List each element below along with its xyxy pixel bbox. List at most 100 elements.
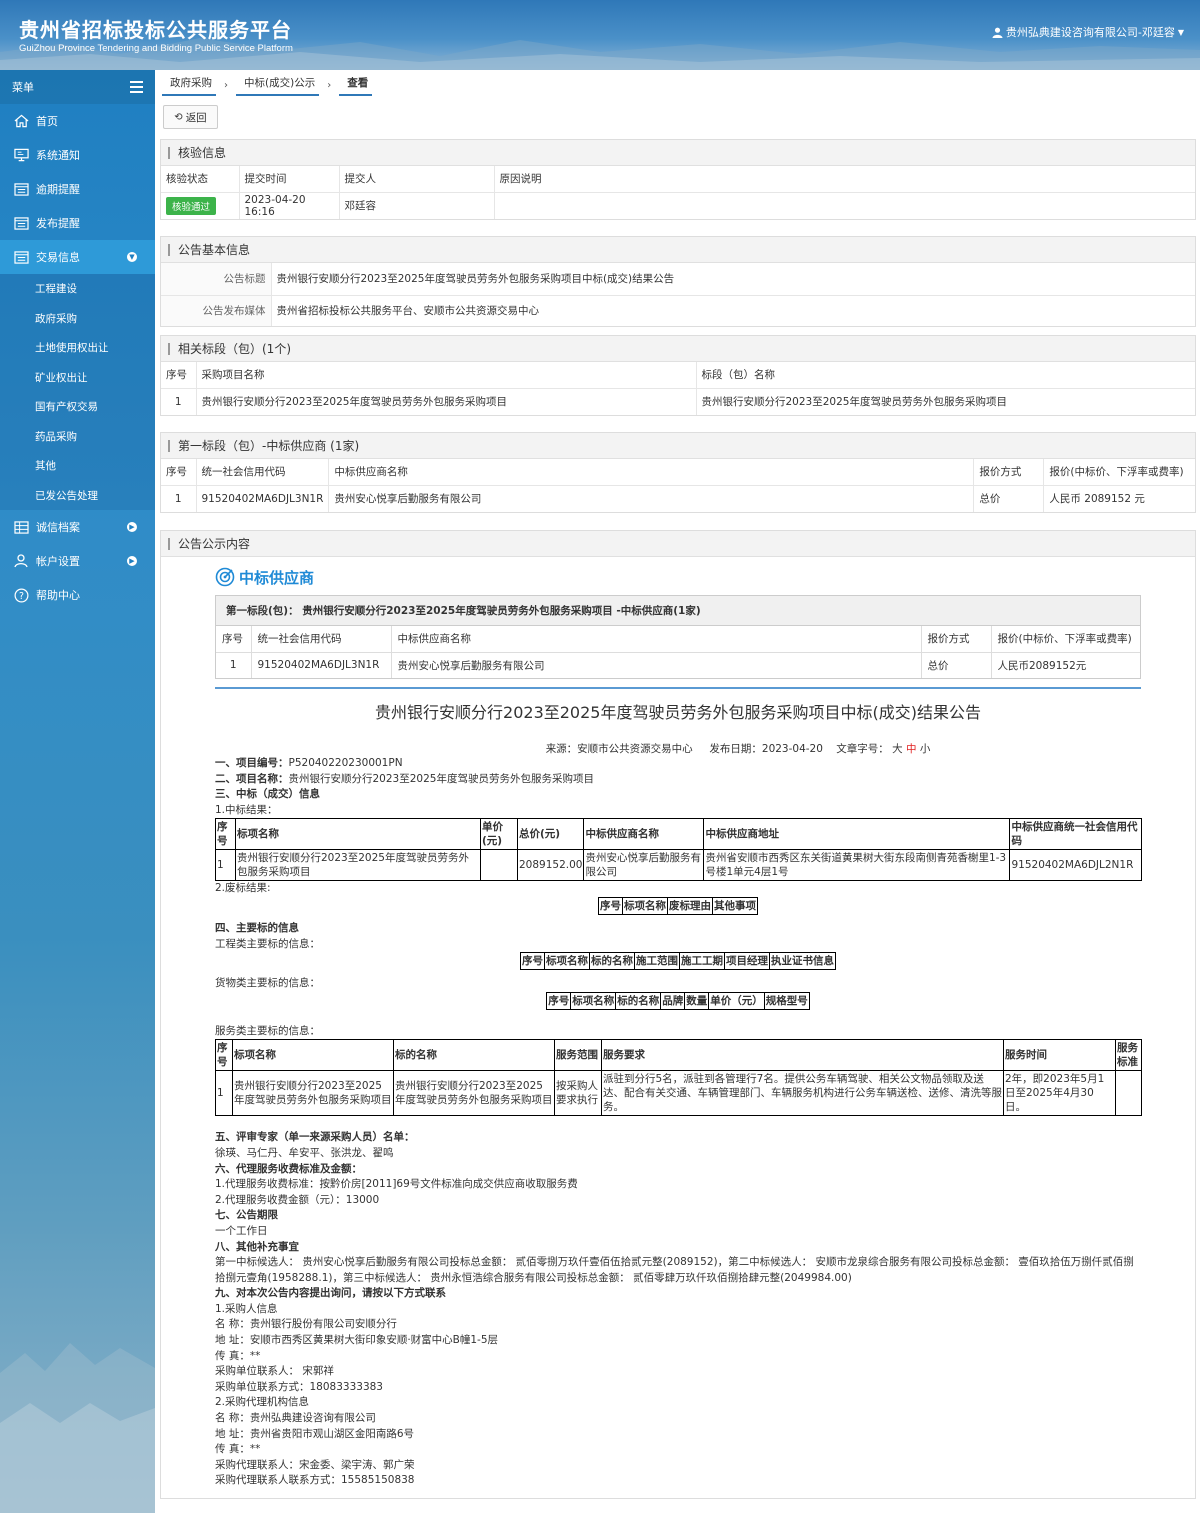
winner-table: 序号 统一社会信用代码 中标供应商名称 报价方式 报价(中标价、下浮率或费率) … <box>161 459 1195 512</box>
breadcrumb: 政府采购 › 中标(成交)公示 › 查看 <box>162 74 373 96</box>
mountain-decoration <box>0 1343 155 1513</box>
back-icon: ⟲ <box>174 111 183 123</box>
service-table: 序号 标项名称 标的名称 服务范围 服务要求 服务时间 服务标准 1 贵州银行安… <box>215 1039 1142 1117</box>
divider <box>215 687 1141 689</box>
field-value: 贵州银行安顺分行2023至2025年度驾驶员劳务外包服务采购项目中标(成交)结果… <box>271 263 1195 296</box>
result-table: 序号 标项名称 单价(元) 总价(元) 中标供应商名称 中标供应商地址 中标供应… <box>215 818 1142 882</box>
help-icon: ? <box>12 587 30 603</box>
home-icon <box>12 113 30 129</box>
top-header: 贵州省招标投标公共服务平台 GuiZhou Province Tendering… <box>0 0 1200 70</box>
winner-box: 第一标段(包)： 贵州银行安顺分行2023至2025年度驾驶员劳务外包服务采购项… <box>215 595 1141 679</box>
user-icon <box>12 553 30 569</box>
sidebar-item-help[interactable]: ? 帮助中心 <box>0 578 155 612</box>
submenu-item[interactable]: 国有产权交易 <box>0 392 155 422</box>
column-header: 中标供应商名称 <box>328 459 975 486</box>
submenu-item[interactable]: 政府采购 <box>0 304 155 334</box>
svg-text:?: ? <box>19 590 24 601</box>
column-header: 提交时间 <box>239 166 340 193</box>
submenu-item[interactable]: 药品采购 <box>0 422 155 452</box>
field-value: 贵州省招标投标公共服务平台、安顺市公共资源交易中心 <box>276 305 540 318</box>
list-icon <box>12 215 30 231</box>
status-badge: 核验通过 <box>166 196 217 215</box>
winner-heading: 中标供应商 <box>215 561 1141 593</box>
breadcrumb-item-current: 查看 <box>339 75 373 96</box>
engineering-table: 序号 标项名称 标的名称 施工范围 施工工期 项目经理 执业证书信息 <box>520 952 836 971</box>
column-header: 序号 <box>216 626 252 653</box>
panel-title: 公告公示内容 <box>161 531 1195 557</box>
sidebar-item-publish[interactable]: 发布提醒 <box>0 206 155 240</box>
submenu-item[interactable]: 已发公告处理 <box>0 481 155 511</box>
sections-table: 序号 采购项目名称 标段（包）名称 1 贵州银行安顺分行2023至2025年度驾… <box>161 362 1195 415</box>
back-button[interactable]: ⟲ 返回 <box>163 105 218 129</box>
table-row: 1 贵州银行安顺分行2023至2025年度驾驶员劳务外包服务采购项目 20891… <box>215 849 1142 882</box>
winner-box-title: 第一标段(包)： 贵州银行安顺分行2023至2025年度驾驶员劳务外包服务采购项… <box>216 596 1140 626</box>
column-header: 原因说明 <box>494 166 1195 193</box>
column-header: 中标供应商名称 <box>391 626 922 653</box>
chevron-right-icon: ▶ <box>127 556 137 566</box>
column-header: 标段（包）名称 <box>696 362 1195 389</box>
table-icon <box>12 519 30 535</box>
font-size-medium[interactable]: 中 <box>906 743 917 755</box>
sidebar-item-account[interactable]: 帐户设置 ▶ <box>0 544 155 578</box>
column-header: 统一社会信用代码 <box>196 459 330 486</box>
chevron-right-icon: ▶ <box>127 522 137 532</box>
menu-label: 菜单 <box>12 81 34 94</box>
submenu-item[interactable]: 矿业权出让 <box>0 363 155 393</box>
field-label: 公告发布媒体 <box>161 295 272 326</box>
sidebar-item-trade[interactable]: 交易信息 ▼ <box>0 240 155 274</box>
sidebar: 菜单 首页 系统通知 逾期提醒 发布提醒 交易信息 ▼ 工程建设 政府采购 土地… <box>0 70 155 1513</box>
submenu-item[interactable]: 土地使用权出让 <box>0 333 155 363</box>
table-row: 公告发布媒体 贵州省招标投标公共服务平台、安顺市公共资源交易中心 <box>161 295 1195 326</box>
user-name: 贵州弘典建设咨询有限公司-邓廷容 <box>1005 26 1175 39</box>
table-row: 1 91520402MA6DJL3N1R 贵州安心悦享后勤服务有限公司 总价 人… <box>161 485 1195 512</box>
panel-title: 第一标段（包）-中标供应商 (1家) <box>161 433 1195 459</box>
breadcrumb-item[interactable]: 政府采购 <box>162 75 216 96</box>
reason <box>494 192 1195 219</box>
column-header: 提交人 <box>339 166 495 193</box>
sidebar-item-overdue[interactable]: 逾期提醒 <box>0 172 155 206</box>
winner-panel: 第一标段（包）-中标供应商 (1家) 序号 统一社会信用代码 中标供应商名称 报… <box>160 432 1196 513</box>
column-header: 采购项目名称 <box>196 362 697 389</box>
panel-title: 相关标段（包）(1个) <box>161 336 1195 362</box>
monitor-icon <box>12 147 30 163</box>
goods-table: 序号 标项名称 标的名称 品牌 数量 单价（元） 规格型号 <box>546 991 810 1010</box>
user-menu[interactable]: 贵州弘典建设咨询有限公司-邓廷容 ▼ <box>992 24 1184 40</box>
content-panel: 公告公示内容 中标供应商 第一标段(包)： 贵州银行安顺分行2023至2025年… <box>160 530 1196 1499</box>
verify-table: 核验状态 提交时间 提交人 原因说明 核验通过 2023-04-20 16:16… <box>161 166 1195 219</box>
column-header: 序号 <box>161 362 197 389</box>
document-body: 一、项目编号：P52040220230001PN 二、项目名称：贵州银行安顺分行… <box>215 756 1142 1489</box>
fail-table: 序号 标项名称 废标理由 其他事项 <box>598 896 758 915</box>
chevron-right-icon: › <box>224 79 228 91</box>
submit-time: 2023-04-20 16:16 <box>239 192 340 219</box>
sidebar-item-home[interactable]: 首页 <box>0 104 155 138</box>
font-size-large[interactable]: 大 <box>892 743 903 755</box>
sidebar-item-credit[interactable]: 诚信档案 ▶ <box>0 510 155 544</box>
menu-toggle-icon[interactable] <box>130 81 143 93</box>
basic-info-panel: 公告基本信息 公告标题 贵州银行安顺分行2023至2025年度驾驶员劳务外包服务… <box>160 236 1196 327</box>
submenu-item[interactable]: 工程建设 <box>0 274 155 304</box>
table-row: 1 贵州银行安顺分行2023至2025年度驾驶员劳务外包服务采购项目 贵州银行安… <box>161 388 1195 415</box>
target-icon <box>215 567 235 587</box>
sidebar-item-notice[interactable]: 系统通知 <box>0 138 155 172</box>
user-icon <box>992 27 1003 38</box>
submenu-item[interactable]: 其他 <box>0 451 155 481</box>
font-size-small[interactable]: 小 <box>920 743 931 755</box>
trade-submenu: 工程建设 政府采购 土地使用权出让 矿业权出让 国有产权交易 药品采购 其他 已… <box>0 274 155 510</box>
column-header: 报价(中标价、下浮率或费率) <box>991 626 1140 653</box>
panel-title: 公告基本信息 <box>161 237 1195 263</box>
table-row: 核验通过 2023-04-20 16:16 邓廷容 <box>161 192 1195 219</box>
caret-down-icon: ▼ <box>1177 27 1184 37</box>
column-header: 报价方式 <box>921 626 992 653</box>
platform-subtitle: GuiZhou Province Tendering and Bidding P… <box>19 43 293 54</box>
menu-header: 菜单 <box>0 70 155 104</box>
breadcrumb-item[interactable]: 中标(成交)公示 <box>236 75 320 96</box>
chevron-down-icon: ▼ <box>127 252 137 262</box>
column-header: 核验状态 <box>161 166 240 193</box>
field-label: 公告标题 <box>161 263 272 296</box>
winner-box-table: 序号 统一社会信用代码 中标供应商名称 报价方式 报价(中标价、下浮率或费率) … <box>216 626 1140 678</box>
platform-title: 贵州省招标投标公共服务平台 <box>19 18 292 42</box>
list-icon <box>12 249 30 265</box>
table-row: 1 91520402MA6DJL3N1R 贵州安心悦享后勤服务有限公司 总价 人… <box>216 652 1140 678</box>
column-header: 统一社会信用代码 <box>251 626 392 653</box>
column-header: 报价(中标价、下浮率或费率) <box>1043 459 1195 486</box>
